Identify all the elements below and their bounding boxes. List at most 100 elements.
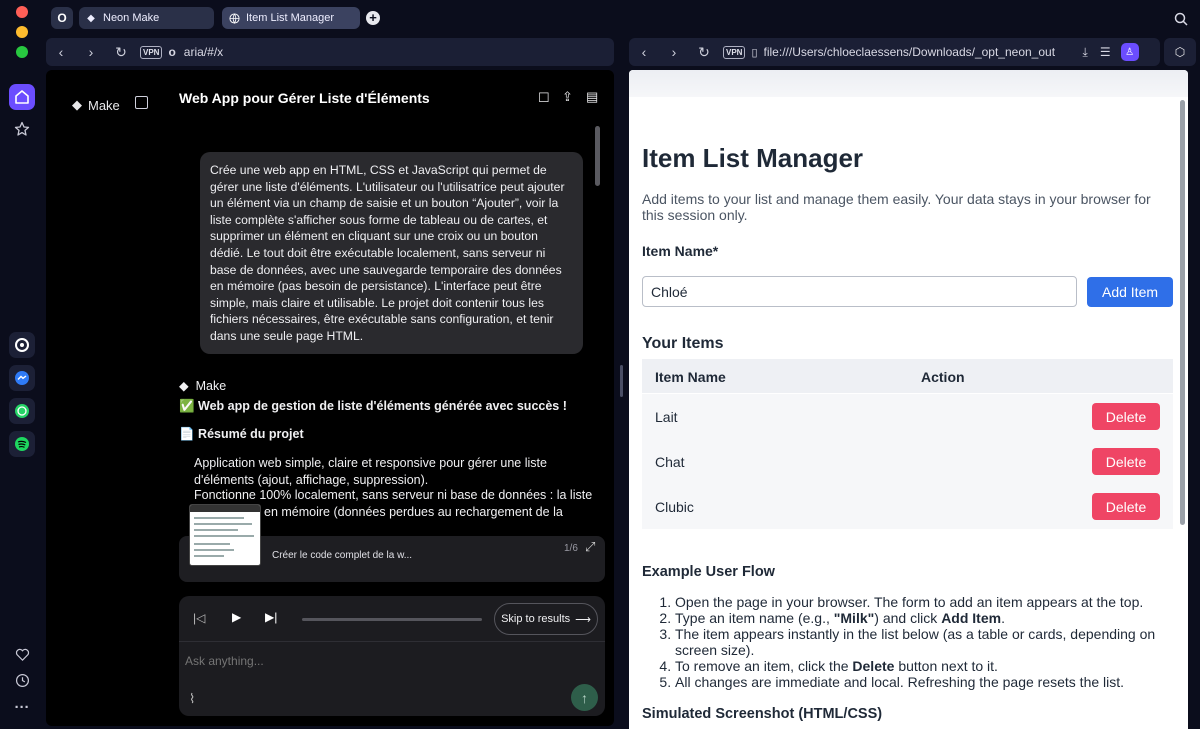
vpn-badge[interactable]: VPN (723, 45, 746, 59)
web-page: Item List Manager Add items to your list… (629, 70, 1188, 729)
tab-label: Neon Make (103, 12, 160, 24)
table-row: Chat Delete (642, 439, 1173, 484)
skip-back-icon[interactable]: |◁ (193, 611, 205, 625)
neon-make-icon: ◆ (179, 379, 189, 393)
user-message: Crée une web app en HTML, CSS et JavaScr… (200, 152, 583, 354)
opera-icon: o (168, 45, 176, 59)
play-icon[interactable]: ▶ (232, 610, 241, 624)
star-icon[interactable] (9, 116, 35, 142)
extensions-icon[interactable]: ⬡ (1164, 38, 1196, 66)
right-address-bar: ‹ › ↻ VPN ▯ file:///Users/chloeclaessens… (629, 38, 1160, 66)
left-address-bar: ‹ › ↻ VPN o aria/#/x (46, 38, 614, 66)
skip-to-results-button[interactable]: Skip to results ⟶ (494, 603, 598, 635)
settings-sliders-icon[interactable]: ☰ (1100, 45, 1111, 59)
vpn-badge[interactable]: VPN (140, 45, 163, 59)
task-thumbnail (189, 504, 261, 566)
reload-icon[interactable]: ↻ (106, 44, 136, 61)
task-label: Créer le code complet de la w... (272, 550, 413, 561)
spotify-icon[interactable] (9, 431, 35, 457)
url-text[interactable]: file:///Users/chloeclaessens/Downloads/_… (764, 45, 1069, 59)
list-heading: Your Items (642, 335, 724, 352)
success-line: ✅ Web app de gestion de liste d'éléments… (179, 399, 567, 413)
list-item: All changes are immediate and local. Ref… (675, 674, 1165, 690)
neon-make-icon: ◆ (72, 97, 82, 112)
column-header-action: Action (921, 369, 965, 385)
delete-button[interactable]: Delete (1092, 403, 1160, 430)
tab-label: Item List Manager (246, 12, 335, 24)
summary-heading: 📄 Résumé du projet (179, 427, 304, 441)
page-intro: Add items to your list and manage them e… (642, 191, 1151, 223)
comment-icon[interactable]: ☐ (538, 90, 550, 106)
attach-icon[interactable]: ⌇ (189, 691, 195, 707)
list-item: To remove an item, click the Delete butt… (675, 658, 1165, 674)
item-name-input[interactable] (642, 276, 1077, 307)
back-icon[interactable]: ‹ (46, 44, 76, 60)
messenger-icon[interactable] (9, 365, 35, 391)
summary-p2: Fonctionne 100% localement, sans serveur… (194, 488, 593, 502)
sidebar-rail: ··· (0, 0, 44, 729)
arrow-right-icon: ⟶ (575, 613, 591, 626)
list-item: Type an item name (e.g., "Milk") and cli… (675, 610, 1165, 626)
flow-heading: Example User Flow (642, 564, 775, 580)
table-row: Clubic Delete (642, 484, 1173, 529)
more-icon[interactable]: ··· (9, 694, 35, 720)
summary-p3: en mémoire (données perdues au rechargem… (264, 505, 563, 519)
brand-label: Make (88, 97, 120, 113)
page-title: Item List Manager (642, 143, 864, 173)
list-item: The item appears instantly in the list b… (675, 626, 1165, 658)
openai-icon[interactable] (9, 332, 35, 358)
share-icon[interactable]: ⇪ (562, 89, 573, 105)
task-card[interactable]: Créer le code complet de la w... 1/6 ⤢ (179, 504, 605, 582)
document-icon[interactable]: ▤ (586, 89, 598, 105)
simulated-heading: Simulated Screenshot (HTML/CSS) (642, 706, 883, 722)
forward-icon[interactable]: › (76, 44, 106, 60)
close-window-button[interactable] (16, 6, 28, 18)
clock-icon[interactable] (9, 667, 35, 693)
column-header-name: Item Name (655, 369, 726, 385)
opera-menu-icon[interactable]: O (51, 7, 73, 29)
whatsapp-icon[interactable] (9, 398, 35, 424)
sidebar-toggle-icon[interactable] (135, 96, 148, 109)
list-item: Open the page in your browser. The form … (675, 594, 1165, 610)
minimize-window-button[interactable] (16, 26, 28, 38)
search-icon[interactable] (1174, 12, 1188, 31)
send-button[interactable]: ↑ (571, 684, 598, 711)
maximize-window-button[interactable] (16, 46, 28, 58)
reload-icon[interactable]: ↻ (689, 44, 719, 61)
neon-make-icon: ◆ (87, 12, 95, 24)
profile-icon[interactable]: ♙ (1120, 43, 1139, 61)
split-resize-handle[interactable] (620, 365, 623, 397)
skip-forward-icon[interactable]: ▶| (265, 610, 277, 624)
item-name-cell: Chat (655, 454, 685, 470)
table-row: Lait Delete (642, 394, 1173, 439)
globe-icon (228, 12, 240, 24)
progress-slider[interactable] (302, 618, 482, 621)
chat-header: ◆ Make Web App pour Gérer Liste d'Élémen… (46, 70, 614, 126)
response-author: ◆ Make (179, 378, 227, 394)
add-item-button[interactable]: Add Item (1087, 277, 1173, 307)
download-icon[interactable]: ⤓ (1083, 45, 1088, 60)
delete-button[interactable]: Delete (1092, 493, 1160, 520)
delete-button[interactable]: Delete (1092, 448, 1160, 475)
url-text[interactable]: aria/#/x (184, 45, 223, 59)
tab-neon-make[interactable]: ◆ Neon Make (79, 7, 214, 29)
chat-input[interactable] (185, 648, 545, 674)
expand-icon[interactable]: ⤢ (585, 539, 595, 555)
replay-and-input: |◁ ▶ ▶| Skip to results⟶ ⌇ ↑ (179, 596, 605, 716)
task-counter: 1/6 (564, 543, 578, 554)
home-icon[interactable] (9, 84, 35, 110)
chat-scrollbar[interactable] (595, 126, 600, 186)
back-icon[interactable]: ‹ (629, 44, 659, 60)
heart-icon[interactable] (9, 641, 35, 667)
forward-icon[interactable]: › (659, 44, 689, 60)
field-label: Item Name* (642, 243, 719, 259)
page-scrollbar[interactable] (1180, 100, 1185, 525)
chat-title: Web App pour Gérer Liste d'Éléments (179, 90, 430, 106)
tab-strip: O ◆ Neon Make Item List Manager + (44, 0, 1200, 36)
chat-panel: ◆ Make Web App pour Gérer Liste d'Élémen… (46, 70, 614, 726)
tab-item-list-manager[interactable]: Item List Manager (222, 7, 360, 29)
new-tab-button[interactable]: + (366, 11, 380, 25)
make-brand[interactable]: ◆ Make (72, 97, 120, 113)
item-name-cell: Lait (655, 409, 678, 425)
file-icon: ▯ (751, 46, 758, 59)
